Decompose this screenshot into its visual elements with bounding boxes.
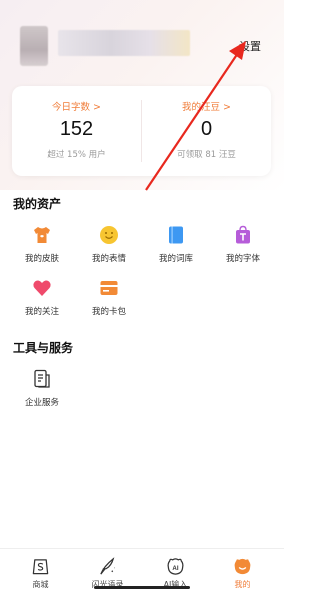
shop-icon [32,559,49,575]
card-icon [100,281,118,295]
tool-enterprise-label: 企业服务 [24,398,59,408]
heart-icon [33,280,51,296]
beans-stat[interactable]: 我的汪豆 > 0 可领取 81 汪豆 [142,86,271,176]
document-icon [34,369,50,388]
home-indicator [94,586,190,589]
words-stat-value: 152 [59,118,94,140]
tools-section-title: 工具与服务 [13,341,74,355]
asset-skin-label: 我的皮肤 [24,254,59,264]
ai-icon: AI [167,558,184,575]
nav-shop-label: 商城 [32,580,49,589]
avatar[interactable] [20,26,48,66]
profile-icon [234,558,251,575]
words-stat[interactable]: 今日字数 > 152 超过 15% 用户 [12,86,141,176]
settings-button[interactable]: 设置 [239,38,261,54]
stats-card: 今日字数 > 152 超过 15% 用户 我的汪豆 > 0 可领取 81 汪豆 [12,86,271,176]
smiley-icon [100,226,118,244]
username-blurred[interactable] [58,30,190,56]
nav-profile-label: 我的 [234,580,251,589]
beans-stat-value: 0 [200,118,213,140]
asset-font-label: 我的字体 [225,254,260,264]
asset-cards-label: 我的卡包 [91,307,126,317]
font-bag-icon [236,225,250,244]
nav-profile[interactable]: 我的 [207,549,278,592]
asset-dictionary-label: 我的词库 [158,254,193,264]
asset-emoji-label: 我的表情 [91,254,126,264]
book-icon [169,226,183,244]
words-stat-sub: 超过 15% 用户 [47,150,106,160]
svg-text:AI: AI [172,565,178,572]
assets-section-title: 我的资产 [13,197,62,211]
words-stat-title[interactable]: 今日字数 > [12,99,141,113]
quill-icon [100,557,116,575]
asset-follow-label: 我的关注 [24,307,59,317]
beans-stat-title[interactable]: 我的汪豆 > [142,99,271,113]
tshirt-icon [34,227,50,243]
nav-shop[interactable]: 商城 [5,549,76,592]
beans-stat-sub: 可领取 81 汪豆 [177,150,236,160]
